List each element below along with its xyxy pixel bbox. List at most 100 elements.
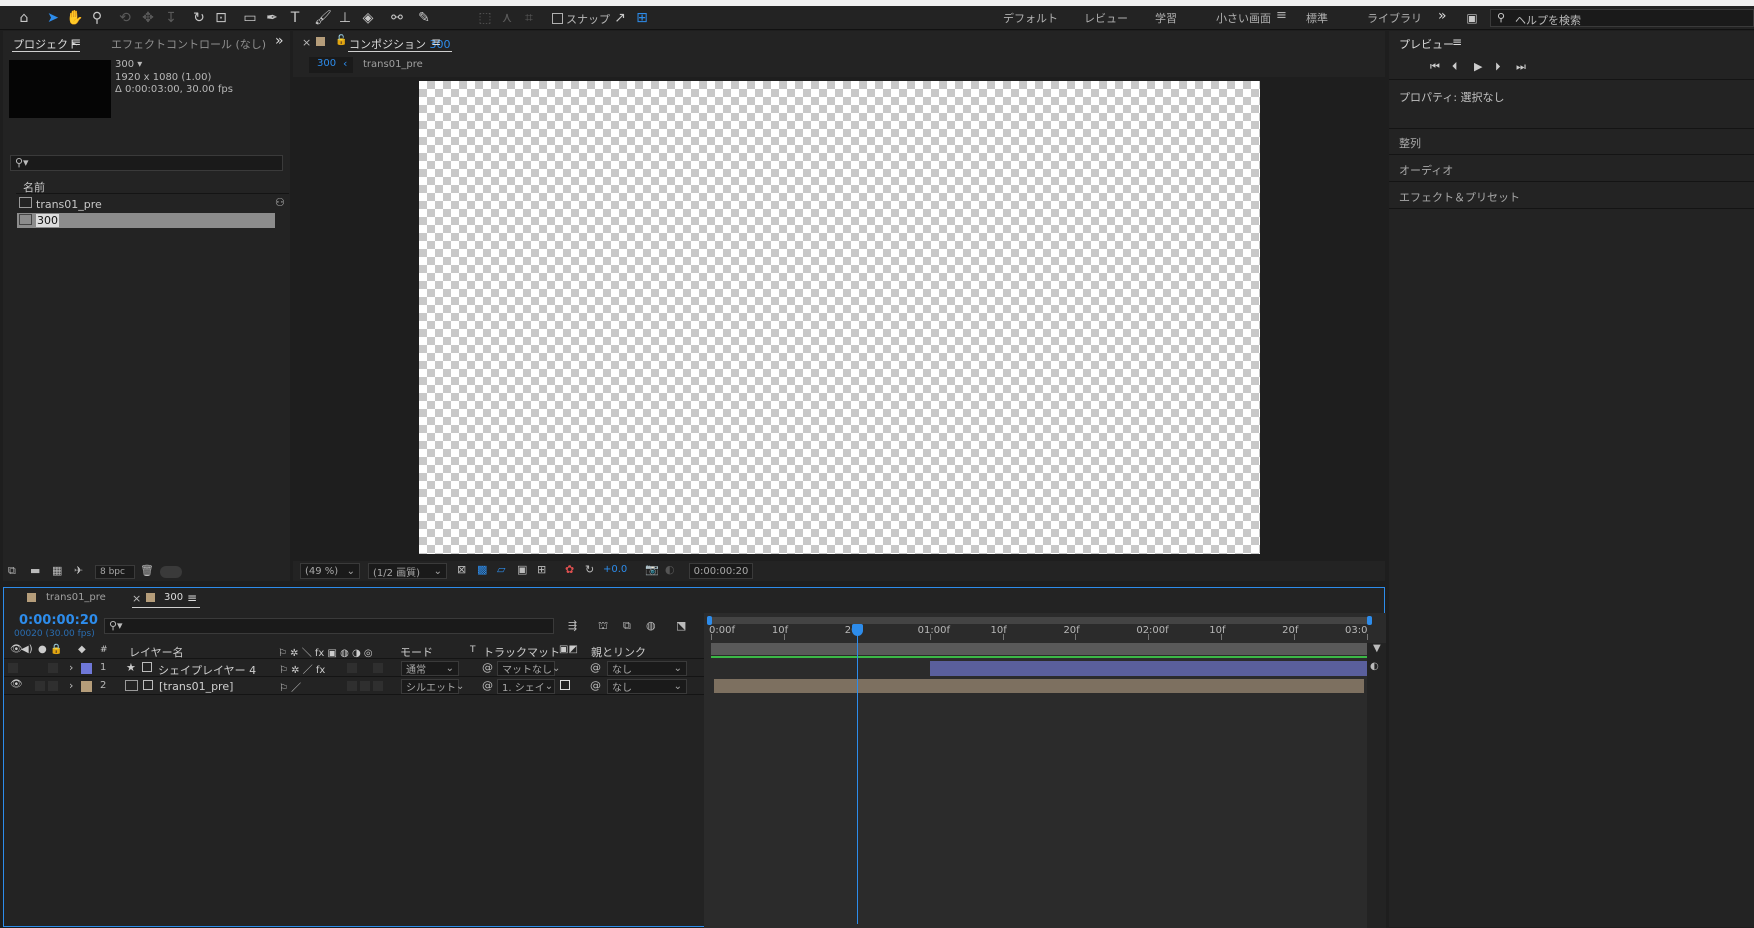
solo-toggle[interactable]	[35, 681, 45, 691]
switch-box[interactable]	[373, 681, 383, 691]
video-toggle[interactable]	[8, 663, 18, 673]
show-snapshot-icon[interactable]: ◐	[665, 563, 675, 576]
composition-canvas[interactable]	[419, 81, 1260, 554]
current-time-display[interactable]: 0:00:00:20	[689, 563, 753, 579]
view-axis-icon[interactable]: ⌗	[519, 8, 539, 28]
home-icon[interactable]: ⌂	[14, 8, 34, 28]
lock-icon[interactable]: 🔓	[335, 35, 347, 46]
world-axis-icon[interactable]: ⋏	[497, 8, 517, 28]
pan-camera-icon[interactable]: ✥	[138, 8, 158, 28]
playhead-handle[interactable]	[851, 624, 863, 636]
roto-brush-icon[interactable]: ⚯	[387, 8, 407, 28]
workspace-libraries[interactable]: ライブラリ	[1367, 10, 1422, 26]
workspace-standard[interactable]: 標準	[1306, 10, 1328, 26]
render-queue-icon[interactable]: ✈	[74, 564, 83, 577]
switch-box[interactable]	[360, 681, 370, 691]
track-matte-dropdown[interactable]: マットなし ⌄	[497, 661, 560, 676]
project-search-input[interactable]: ⚲▾	[10, 155, 283, 171]
layer-name[interactable]: [trans01_pre]	[159, 680, 233, 693]
color-channel-icon[interactable]: ✿	[565, 563, 574, 576]
clone-stamp-icon[interactable]: ⊥	[335, 8, 355, 28]
layer-switches[interactable]: ⚐ ／	[279, 679, 301, 694]
switch-box[interactable]	[347, 663, 357, 673]
blend-mode-dropdown[interactable]: シルエット ⌄	[401, 679, 464, 694]
workspace-learn[interactable]: 学習	[1155, 10, 1177, 26]
panel-overflow-icon[interactable]: »	[275, 33, 284, 49]
local-axis-icon[interactable]: ⬚	[475, 8, 495, 28]
last-frame-icon[interactable]: ⏭	[1516, 60, 1526, 74]
panel-menu-icon[interactable]: ≡	[71, 35, 81, 49]
layer-name[interactable]: シェイプレイヤー 4	[158, 662, 256, 678]
close-icon[interactable]: ×	[302, 36, 311, 49]
parent-dropdown[interactable]: なし ⌄	[607, 679, 687, 694]
collapse-transform-icon[interactable]	[143, 680, 153, 690]
workspace-menu-icon[interactable]: ≡	[1276, 8, 1287, 23]
switch-box[interactable]	[373, 663, 383, 673]
transparency-grid-icon[interactable]: ▩	[477, 563, 487, 576]
chevron-down-icon[interactable]: ▾	[137, 59, 142, 70]
layer-out-handle-icon[interactable]: ◐	[1370, 661, 1379, 672]
lock-toggle[interactable]	[48, 663, 58, 673]
breadcrumb[interactable]: 300 ‹	[309, 57, 353, 73]
pan-behind-icon[interactable]: ⊡	[211, 8, 231, 28]
playhead[interactable]	[851, 624, 863, 924]
chevron-right-icon[interactable]: ›	[69, 679, 73, 692]
matte-invert-icon[interactable]	[560, 680, 570, 690]
list-item[interactable]: trans01_pre ⚇	[17, 196, 285, 212]
work-area-bar[interactable]	[711, 643, 1367, 655]
workspace-review[interactable]: レビュー	[1084, 10, 1128, 26]
col-name-header[interactable]: 名前	[23, 179, 45, 195]
layer-duration-bar[interactable]	[929, 661, 1367, 676]
rectangle-tool-icon[interactable]: ▭	[240, 8, 260, 28]
orbit-camera-icon[interactable]: ⟲	[115, 8, 135, 28]
dolly-camera-icon[interactable]: ↧	[161, 8, 181, 28]
switch-box[interactable]	[347, 681, 357, 691]
panel-menu-icon[interactable]: ≡	[1452, 35, 1462, 49]
first-frame-icon[interactable]: ⏮	[1430, 60, 1440, 74]
lock-toggle[interactable]	[48, 681, 58, 691]
mask-visibility-icon[interactable]: ▱	[497, 563, 505, 576]
tab-project[interactable]: プロジェクト	[13, 36, 79, 52]
new-composition-icon[interactable]: ▦	[52, 564, 62, 577]
grid-guides-icon[interactable]: ⊞	[537, 563, 546, 576]
track-matte-dropdown[interactable]: 1. シェイ ⌄	[497, 679, 555, 694]
selection-tool-icon[interactable]: ➤	[43, 8, 63, 28]
section-audio[interactable]: オーディオ	[1389, 156, 1754, 182]
resolution-dropdown[interactable]: (1/2 画質) ⌄	[368, 563, 447, 579]
layer-row[interactable]: 👁 › 2 [trans01_pre] ⚐ ／ シルエット ⌄ @ 1. シェイ…	[4, 678, 704, 695]
track-matte-pickwhip-icon[interactable]: @	[482, 661, 493, 674]
breadcrumb-next[interactable]: trans01_pre	[363, 59, 423, 70]
blend-mode-dropdown[interactable]: 通常 ⌄	[401, 661, 459, 676]
track-matte-pickwhip-icon[interactable]: @	[482, 679, 493, 692]
next-frame-icon[interactable]: ⏵	[1495, 60, 1501, 74]
eye-icon[interactable]: 👁	[10, 679, 23, 690]
layer-switches[interactable]: ⚐ ✲ ／ fx	[279, 661, 325, 676]
trash-icon[interactable]: 🗑	[140, 564, 154, 577]
layer-label-color[interactable]	[81, 663, 92, 674]
panel-menu-icon[interactable]: ≡	[431, 35, 441, 49]
collapse-transform-icon[interactable]	[142, 662, 152, 672]
region-of-interest-icon[interactable]: ▣	[517, 563, 527, 576]
chevron-right-icon[interactable]: ›	[69, 661, 73, 674]
layer-label-color[interactable]	[81, 681, 92, 692]
layer-row[interactable]: › 1 ★ シェイプレイヤー 4 ⚐ ✲ ／ fx 通常 ⌄ @ マットなし ⌄…	[4, 660, 704, 677]
parent-pickwhip-icon[interactable]: @	[590, 661, 601, 674]
new-folder-icon[interactable]: ▬	[30, 564, 40, 577]
puppet-pin-icon[interactable]: ✎	[414, 8, 434, 28]
workspace-layout-icon[interactable]: ▣	[1462, 8, 1482, 28]
time-ruler[interactable]: 0:00f10f20f01:00f10f20f02:00f10f20f03:0	[4, 588, 1386, 648]
comp-marker-bin-icon[interactable]: ▼	[1373, 643, 1381, 654]
rotation-tool-icon[interactable]: ↻	[189, 8, 209, 28]
parent-pickwhip-icon[interactable]: @	[590, 679, 601, 692]
exposure-value[interactable]: +0.0	[603, 564, 627, 575]
snapshot-icon[interactable]: 📷	[645, 563, 659, 576]
layer-duration-bar[interactable]	[714, 679, 1364, 693]
list-item[interactable]: 300	[17, 213, 275, 228]
pen-tool-icon[interactable]: ✒	[262, 8, 282, 28]
play-icon[interactable]: ▶	[1474, 60, 1482, 73]
bit-depth-button[interactable]: 8 bpc	[95, 565, 135, 579]
eraser-tool-icon[interactable]: ◈	[358, 8, 378, 28]
section-align[interactable]: 整列	[1389, 129, 1754, 155]
hand-tool-icon[interactable]: ✋	[65, 8, 85, 28]
parent-dropdown[interactable]: なし ⌄	[607, 661, 687, 676]
